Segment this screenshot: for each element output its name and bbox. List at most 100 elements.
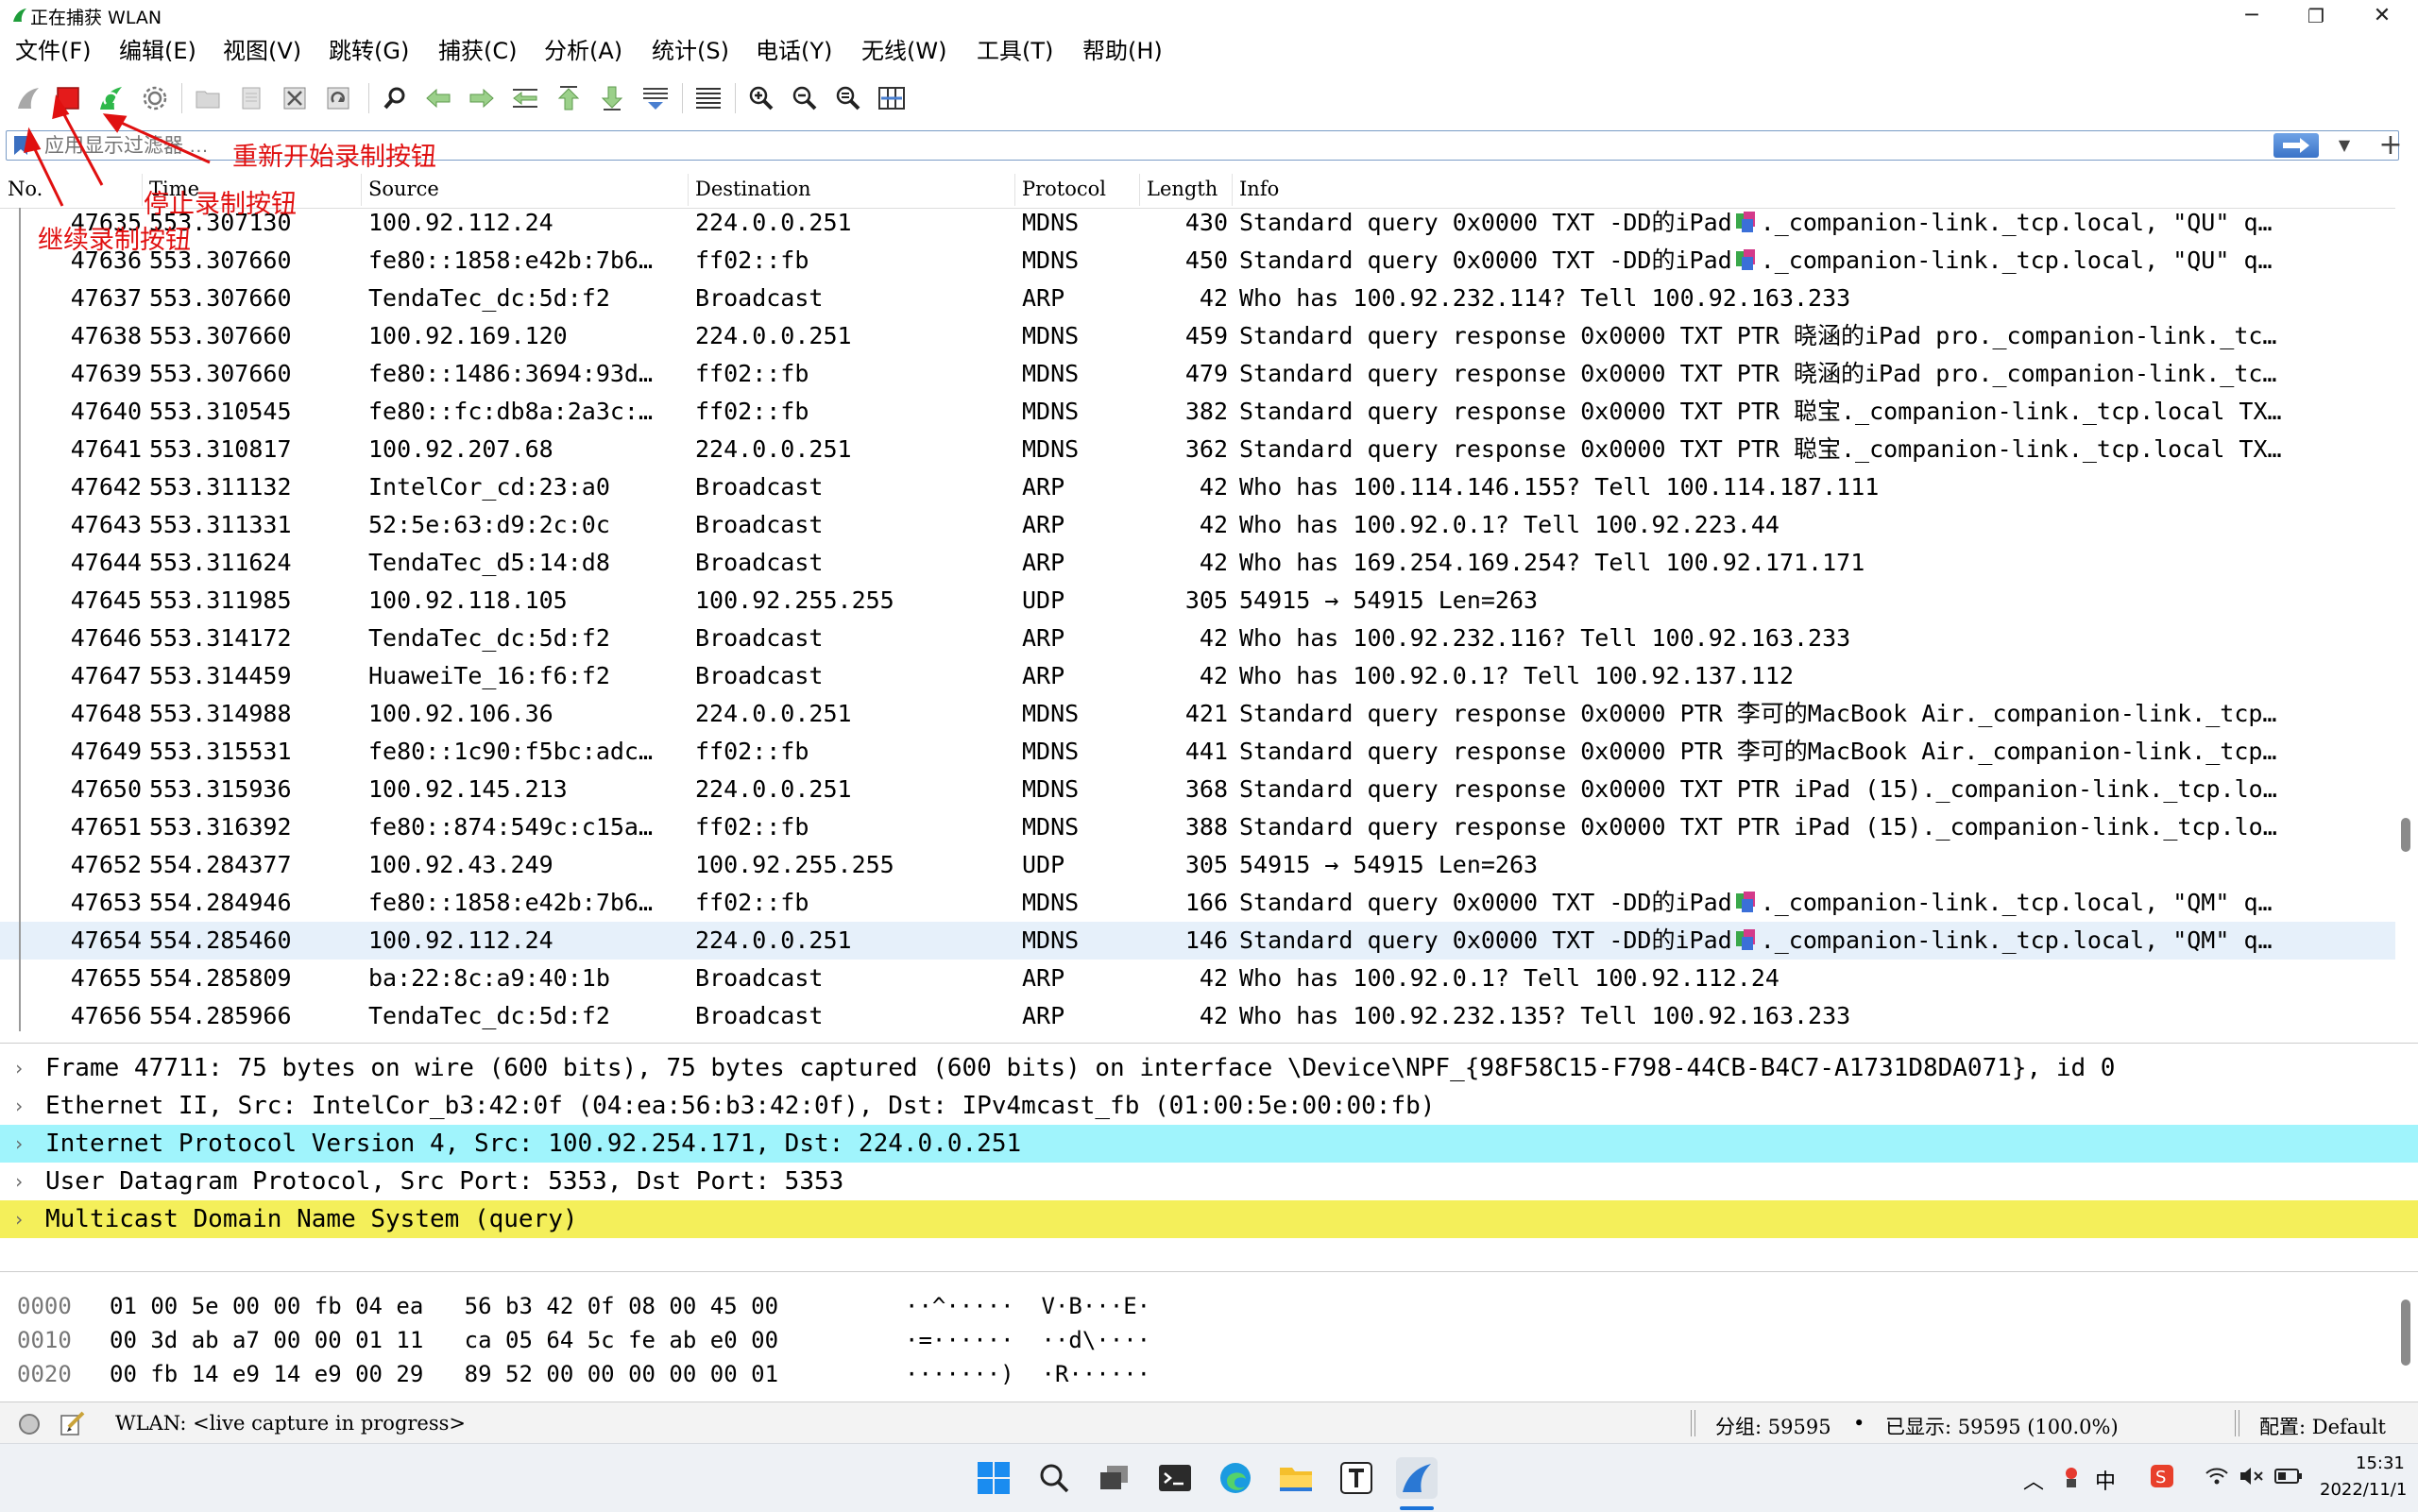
packet-row[interactable]: 47656 554.285966 TendaTec_dc:5d:f2 Broadcas…	[0, 997, 2395, 1031]
menu-help[interactable]: 帮助(H)	[1082, 36, 1163, 66]
packet-row[interactable]: 47652 554.284377 100.92.43.249 100.92.255.2…	[0, 846, 2395, 884]
wifi-icon[interactable]	[2205, 1465, 2229, 1487]
column-header-protocol[interactable]: Protocol	[1022, 178, 1106, 200]
capture-options-button[interactable]	[138, 81, 172, 115]
edge-browser-button[interactable]	[1215, 1457, 1256, 1499]
chevron-right-icon[interactable]: ›	[13, 1125, 25, 1163]
first-packet-button[interactable]	[552, 81, 586, 115]
packet-row[interactable]: 47655 554.285809 ba:22:8c:a9:40:1b Broadcas…	[0, 960, 2395, 997]
packet-row[interactable]: 47649 553.315531 fe80::1c90:f5bc:adc… ff02:…	[0, 733, 2395, 771]
clock-date[interactable]: 2022/11/1	[2320, 1480, 2407, 1500]
apply-filter-button[interactable]	[2273, 133, 2319, 158]
reload-file-button[interactable]	[321, 81, 355, 115]
save-file-button[interactable]	[234, 81, 268, 115]
packet-row[interactable]: 47647 553.314459 HuaweiTe_16:f6:f2 Broadcas…	[0, 657, 2395, 695]
add-filter-button[interactable]: +	[2367, 127, 2414, 164]
volume-muted-icon[interactable]	[2239, 1465, 2265, 1487]
hex-dump-row[interactable]: 0010 00 3d ab a7 00 00 01 11 ca 05 64 5c …	[0, 1323, 2399, 1357]
detail-tree-item[interactable]: › User Datagram Protocol, Src Port: 5353,…	[0, 1163, 2418, 1200]
task-view-button[interactable]	[1094, 1457, 1135, 1499]
taskbar-search-button[interactable]	[1033, 1457, 1075, 1499]
packet-row[interactable]: 47645 553.311985 100.92.118.105 100.92.255.…	[0, 582, 2395, 620]
packet-row[interactable]: 47638 553.307660 100.92.169.120 224.0.0.251…	[0, 317, 2395, 355]
detail-tree-item[interactable]: › Multicast Domain Name System (query)	[0, 1200, 2418, 1238]
filter-history-dropdown[interactable]: ▼	[2330, 133, 2358, 158]
detail-tree-item[interactable]: › Frame 47711: 75 bytes on wire (600 bits…	[0, 1049, 2418, 1087]
restart-capture-button[interactable]	[94, 81, 128, 115]
go-back-button[interactable]	[421, 81, 455, 115]
bytes-scrollbar[interactable]	[2395, 1271, 2418, 1400]
menu-telephony[interactable]: 电话(Y)	[756, 36, 832, 66]
autoscroll-button[interactable]	[639, 81, 673, 115]
colorize-button[interactable]	[691, 81, 725, 115]
stop-capture-button[interactable]	[51, 81, 85, 115]
packet-row[interactable]: 47651 553.316392 fe80::874:549c:c15a… ff02:…	[0, 808, 2395, 846]
column-header-no[interactable]: No.	[8, 178, 43, 200]
chevron-right-icon[interactable]: ›	[13, 1049, 25, 1087]
column-header-info[interactable]: Info	[1239, 178, 1279, 200]
menu-capture[interactable]: 捕获(C)	[438, 36, 517, 66]
column-header-length[interactable]: Length	[1147, 178, 1218, 200]
hex-dump-row[interactable]: 0000 01 00 5e 00 00 fb 04 ea 56 b3 42 0f …	[0, 1289, 2399, 1323]
detail-tree-item[interactable]: › Internet Protocol Version 4, Src: 100.9…	[0, 1125, 2418, 1163]
chevron-right-icon[interactable]: ›	[13, 1087, 25, 1125]
minimize-button[interactable]: ─	[2222, 0, 2282, 32]
normal-size-button[interactable]	[831, 81, 865, 115]
maximize-button[interactable]: ❐	[2286, 0, 2346, 32]
packet-row[interactable]: 47641 553.310817 100.92.207.68 224.0.0.251 M…	[0, 431, 2395, 468]
scrollbar-thumb[interactable]	[2401, 818, 2410, 852]
packet-row[interactable]: 47653 554.284946 fe80::1858:e42b:7b6… ff02:…	[0, 884, 2395, 922]
open-file-button[interactable]	[191, 81, 225, 115]
wireshark-app-button[interactable]	[1396, 1457, 1438, 1499]
menu-tools[interactable]: 工具(T)	[977, 36, 1053, 66]
chevron-right-icon[interactable]: ›	[13, 1200, 25, 1238]
tray-app-icon[interactable]	[2061, 1465, 2082, 1489]
menu-wireless[interactable]: 无线(W)	[861, 36, 946, 66]
last-packet-button[interactable]	[595, 81, 629, 115]
start-capture-button[interactable]	[11, 81, 45, 115]
packet-row[interactable]: 47644 553.311624 TendaTec_d5:14:d8 Broadcas…	[0, 544, 2395, 582]
go-to-packet-button[interactable]	[508, 81, 542, 115]
menu-statistics[interactable]: 统计(S)	[652, 36, 729, 66]
menu-view[interactable]: 视图(V)	[223, 36, 301, 66]
ime-indicator[interactable]: 中	[2095, 1465, 2116, 1495]
column-header-source[interactable]: Source	[368, 178, 439, 200]
file-explorer-button[interactable]	[1275, 1457, 1317, 1499]
packet-row[interactable]: 47646 553.314172 TendaTec_dc:5d:f2 Broadcas…	[0, 620, 2395, 657]
packet-row[interactable]: 47642 553.311132 IntelCor_cd:23:a0 Broadcas…	[0, 468, 2395, 506]
packet-list-scrollbar[interactable]	[2395, 208, 2418, 1031]
capture-comment-icon[interactable]	[59, 1410, 87, 1436]
detail-tree-item[interactable]: › Ethernet II, Src: IntelCor_b3:42:0f (04…	[0, 1087, 2418, 1125]
scrollbar-thumb[interactable]	[2401, 1300, 2410, 1366]
packet-row[interactable]: 47637 553.307660 TendaTec_dc:5d:f2 Broadcas…	[0, 280, 2395, 317]
profile-label[interactable]: 配置: Default	[2259, 1412, 2386, 1440]
close-button[interactable]: ✕	[2352, 0, 2412, 32]
clock-time[interactable]: 15:31	[2356, 1453, 2405, 1473]
tray-overflow-icon[interactable]: ︿	[2023, 1465, 2044, 1495]
terminal-app-button[interactable]	[1154, 1457, 1196, 1499]
typora-app-button[interactable]	[1336, 1457, 1377, 1499]
chevron-right-icon[interactable]: ›	[13, 1163, 25, 1200]
menu-go[interactable]: 跳转(G)	[329, 36, 409, 66]
zoom-out-button[interactable]	[788, 81, 822, 115]
packet-row[interactable]: 47648 553.314988 100.92.106.36 224.0.0.251 M…	[0, 695, 2395, 733]
packet-row[interactable]: 47635 553.307130 100.92.112.24 224.0.0.251 M…	[0, 208, 2395, 242]
packet-row[interactable]: 47639 553.307660 fe80::1486:3694:93d… ff02:…	[0, 355, 2395, 393]
column-header-destination[interactable]: Destination	[695, 178, 811, 200]
packet-row[interactable]: 47643 553.311331 52:5e:63:d9:2c:0c Broadcas…	[0, 506, 2395, 544]
battery-icon[interactable]	[2274, 1467, 2303, 1486]
menu-analyze[interactable]: 分析(A)	[544, 36, 622, 66]
hex-dump-row[interactable]: 0020 00 fb 14 e9 14 e9 00 29 89 52 00 00 …	[0, 1357, 2399, 1391]
expert-info-icon[interactable]	[17, 1412, 42, 1436]
packet-row[interactable]: 47650 553.315936 100.92.145.213 224.0.0.251…	[0, 771, 2395, 808]
menu-edit[interactable]: 编辑(E)	[119, 36, 196, 66]
close-file-button[interactable]	[278, 81, 312, 115]
packet-row[interactable]: 47640 553.310545 fe80::fc:db8a:2a3c:… ff02:…	[0, 393, 2395, 431]
start-button[interactable]	[973, 1457, 1014, 1499]
sogou-ime-icon[interactable]: S	[2150, 1463, 2174, 1489]
zoom-in-button[interactable]	[744, 81, 778, 115]
packet-row[interactable]: 47654 554.285460 100.92.112.24 224.0.0.251 M…	[0, 922, 2395, 960]
bookmark-icon[interactable]	[12, 135, 29, 156]
find-packet-button[interactable]	[378, 81, 412, 115]
resize-columns-button[interactable]	[875, 81, 909, 115]
